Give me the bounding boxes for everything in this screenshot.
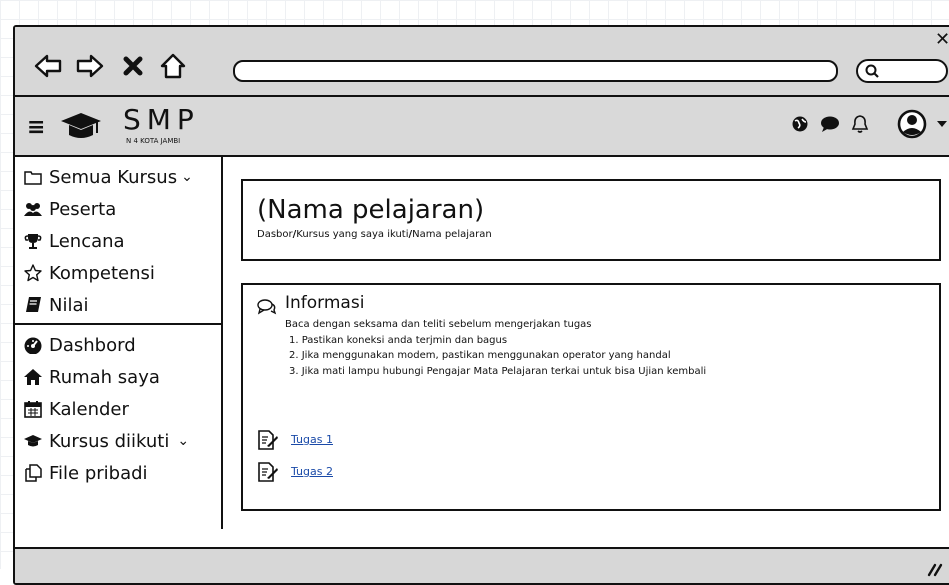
page-title: (Nama pelajaran) [257, 195, 485, 225]
bell-icon[interactable] [851, 114, 869, 134]
sidebar-item-label: Kursus diikuti [49, 430, 170, 452]
users-icon [21, 201, 45, 217]
sidebar-item-rumah-saya[interactable]: Rumah saya [15, 361, 221, 393]
graduation-cap-logo-icon [61, 113, 101, 138]
address-bar[interactable] [233, 60, 838, 82]
close-icon[interactable] [118, 51, 148, 81]
assignment-icon [258, 462, 278, 482]
user-avatar-icon[interactable] [897, 109, 927, 139]
folder-icon [21, 169, 45, 185]
breadcrumb-item-current: Nama pelajaran [412, 229, 492, 240]
info-line: 2. Jika menggunakan modem, pastikan meng… [289, 350, 671, 361]
sidebar-item-dashbord[interactable]: Dashbord [15, 329, 221, 361]
graduation-cap-icon [21, 433, 45, 449]
status-footer [15, 547, 949, 583]
browser-search-field[interactable] [856, 59, 948, 83]
info-instructions: Baca dengan seksama dan teliti sebelum m… [285, 317, 706, 379]
chevron-down-icon[interactable]: ⌄ [181, 169, 193, 185]
sidebar-item-label: Rumah saya [49, 366, 160, 388]
star-icon [21, 264, 45, 282]
hamburger-menu-icon[interactable]: ≡ [27, 115, 45, 140]
sidebar-item-label: Dashbord [49, 334, 136, 356]
forward-arrow-icon[interactable] [75, 51, 105, 81]
chat-icon[interactable] [819, 115, 841, 133]
task-link-2[interactable]: Tugas 2 [291, 465, 333, 478]
sidebar-item-label: Kalender [49, 398, 129, 420]
app-header: ≡ SMP N 4 KOTA JAMBI [15, 97, 949, 157]
sidebar-item-kursus-diikuti[interactable]: Kursus diikuti ⌄ [15, 425, 221, 457]
browser-window: ✕ ≡ SMP N 4 KOTA JAMBI Semua Kursus ⌄ Pe… [13, 25, 949, 585]
info-line: 3. Jika mati lampu hubungi Pengajar Mata… [289, 365, 707, 377]
back-arrow-icon[interactable] [33, 51, 63, 81]
logo-subtitle: N 4 KOTA JAMBI [126, 137, 181, 145]
breadcrumb-item-kursus[interactable]: Kursus yang saya ikuti [296, 229, 408, 240]
sidebar-item-file-pribadi[interactable]: File pribadi [15, 457, 221, 489]
sidebar-item-label: Peserta [49, 198, 117, 220]
browser-toolbar: ✕ [15, 27, 949, 97]
sidebar-item-kalender[interactable]: Kalender [15, 393, 221, 425]
chevron-down-icon[interactable] [937, 120, 947, 128]
info-panel: Informasi Baca dengan seksama dan teliti… [241, 283, 941, 511]
logo-title: SMP [123, 103, 200, 136]
info-heading: Informasi [285, 293, 365, 313]
sidebar-item-peserta[interactable]: Peserta [15, 193, 221, 225]
chevron-down-icon[interactable]: ⌄ [177, 433, 189, 449]
resize-grip-icon[interactable] [927, 563, 943, 577]
home-icon [21, 368, 45, 386]
breadcrumb-item-dasbor[interactable]: Dasbor [257, 229, 293, 240]
sidebar-item-label: Nilai [49, 294, 89, 316]
sidebar-item-label: Semua Kursus [49, 166, 178, 188]
book-icon [21, 296, 45, 314]
assignment-icon [258, 430, 278, 450]
sidebar-nav: Semua Kursus ⌄ Peserta Lencana Kompetens… [15, 157, 223, 529]
window-close-icon[interactable]: ✕ [935, 29, 949, 50]
sidebar-divider [15, 323, 221, 325]
search-icon [865, 64, 879, 78]
sidebar-item-semua-kursus[interactable]: Semua Kursus ⌄ [15, 161, 221, 193]
home-icon[interactable] [158, 51, 188, 81]
globe-icon[interactable] [791, 115, 809, 133]
calendar-icon [21, 400, 45, 418]
comments-icon [257, 299, 277, 315]
sidebar-item-lencana[interactable]: Lencana [15, 225, 221, 257]
info-line: Baca dengan seksama dan teliti sebelum m… [285, 319, 592, 330]
info-line: 1. Pastikan koneksi anda terjmin dan bag… [289, 334, 508, 346]
breadcrumb: Dasbor/Kursus yang saya ikuti/Nama pelaj… [257, 229, 492, 240]
task-link-1[interactable]: Tugas 1 [291, 433, 333, 446]
sidebar-item-nilai[interactable]: Nilai [15, 289, 221, 321]
sidebar-item-kompetensi[interactable]: Kompetensi [15, 257, 221, 289]
dashboard-icon [21, 336, 45, 354]
sidebar-item-label: Lencana [49, 230, 125, 252]
files-icon [21, 464, 45, 482]
course-title-panel: (Nama pelajaran) Dasbor/Kursus yang saya… [241, 179, 941, 261]
sidebar-item-label: File pribadi [49, 462, 148, 484]
sidebar-item-label: Kompetensi [49, 262, 155, 284]
trophy-icon [21, 232, 45, 250]
